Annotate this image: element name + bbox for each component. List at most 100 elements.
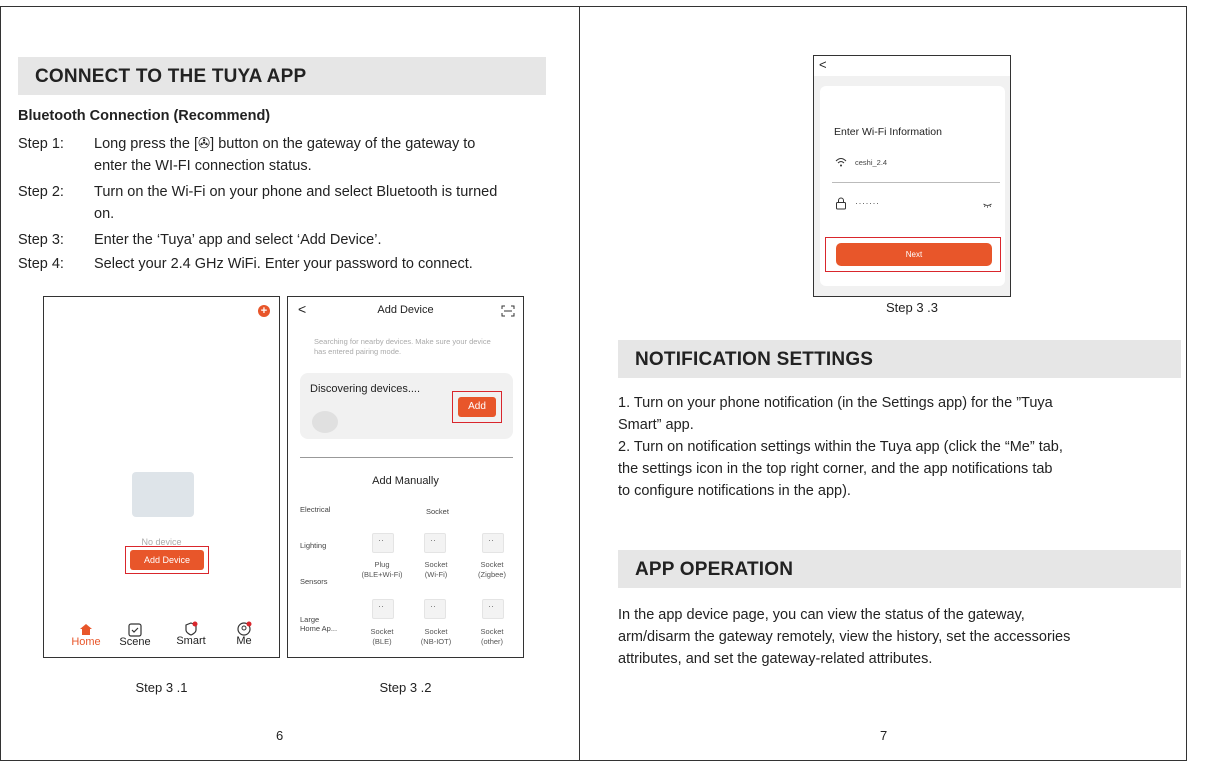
nav-me[interactable]: Me bbox=[219, 621, 269, 647]
text-line: Smart” app. bbox=[618, 417, 694, 433]
step-text: Select your 2.4 GHz WiFi. Enter your pas… bbox=[94, 256, 473, 272]
device-name: Socket bbox=[480, 627, 504, 636]
device-sub: (BLE+Wi-Fi) bbox=[361, 570, 403, 579]
category-electrical[interactable]: Electrical bbox=[300, 505, 330, 514]
section-band-connect: CONNECT TO THE TUYA APP bbox=[18, 57, 546, 95]
step-4: Step 4: Select your 2.4 GHz WiFi. Enter y… bbox=[18, 253, 558, 275]
caption-step-3-2: Step 3 .2 bbox=[379, 680, 432, 695]
device-name: Socket bbox=[424, 560, 448, 569]
step-3: Step 3: Enter the ‘Tuya’ app and select ‘… bbox=[18, 229, 558, 251]
page-number-right: 7 bbox=[880, 728, 888, 743]
next-button[interactable]: Next bbox=[836, 243, 992, 266]
password-field[interactable]: ······· bbox=[855, 198, 879, 208]
step-2: Step 2: Turn on the Wi-Fi on your phone a… bbox=[18, 181, 558, 225]
device-icon bbox=[312, 411, 338, 433]
step-text-cont: on. bbox=[94, 206, 115, 222]
step-text: Enter the ‘Tuya’ app and select ‘Add Dev… bbox=[94, 232, 382, 248]
screen-title: Add Device bbox=[377, 304, 434, 316]
step-1: Step 1: Long press the [✇] button on the … bbox=[18, 133, 558, 177]
page-number-left: 6 bbox=[276, 728, 284, 743]
hint-line: Searching for nearby devices. Make sure … bbox=[314, 337, 491, 346]
device-label[interactable]: Socket (BLE) bbox=[356, 627, 408, 647]
add-plus-icon[interactable]: + bbox=[258, 305, 270, 317]
plug-icon[interactable] bbox=[372, 533, 394, 553]
text-line: attributes, and set the gateway-related … bbox=[618, 651, 933, 667]
device-label[interactable]: Socket (Zigbee) bbox=[466, 560, 518, 580]
notification-body: 1. Turn on your phone notification (in t… bbox=[618, 392, 1183, 502]
home-icon bbox=[80, 624, 92, 635]
step-label: Step 2: bbox=[18, 184, 64, 200]
category-lighting[interactable]: Lighting bbox=[300, 541, 326, 550]
separator bbox=[832, 182, 1000, 183]
nav-label: Me bbox=[236, 635, 252, 647]
subheading-bluetooth: Bluetooth Connection (Recommend) bbox=[18, 108, 271, 124]
nav-smart[interactable]: Smart bbox=[166, 621, 216, 647]
section-title-notification: NOTIFICATION SETTINGS bbox=[635, 349, 874, 370]
scan-icon[interactable] bbox=[501, 305, 515, 317]
ssid-field[interactable]: ceshi_2.4 bbox=[855, 158, 887, 167]
step-label: Step 1: bbox=[18, 136, 64, 152]
socket-icon[interactable] bbox=[482, 599, 504, 619]
step-text: Long press the [✇] button on the gateway… bbox=[94, 136, 476, 152]
socket-icon[interactable] bbox=[424, 599, 446, 619]
section-title-operation: APP OPERATION bbox=[635, 559, 794, 580]
category-sensors[interactable]: Sensors bbox=[300, 577, 328, 586]
device-name: Socket bbox=[480, 560, 504, 569]
category-large-home[interactable]: Large Home Ap... bbox=[300, 615, 340, 633]
nav-label: Home bbox=[71, 636, 101, 648]
section-title-connect: CONNECT TO THE TUYA APP bbox=[35, 66, 307, 87]
step-label: Step 4: bbox=[18, 256, 64, 272]
add-button[interactable]: Add bbox=[458, 397, 496, 417]
device-label[interactable]: Socket (other) bbox=[466, 627, 518, 647]
socket-icon[interactable] bbox=[482, 533, 504, 553]
search-hint: Searching for nearby devices. Make sure … bbox=[314, 337, 514, 357]
add-device-button[interactable]: Add Device bbox=[130, 550, 204, 570]
text-line: In the app device page, you can view the… bbox=[618, 607, 1025, 623]
device-name: Socket bbox=[424, 627, 448, 636]
wifi-title: Enter Wi-Fi Information bbox=[834, 126, 942, 138]
page-divider bbox=[579, 6, 580, 761]
device-sub: (Zigbee) bbox=[478, 570, 506, 579]
socket-icon[interactable] bbox=[372, 599, 394, 619]
step-text: Turn on the Wi-Fi on your phone and sele… bbox=[94, 184, 498, 200]
step-label: Step 3: bbox=[18, 232, 64, 248]
text-line: to configure notifications in the app). bbox=[618, 483, 851, 499]
nav-label: Scene bbox=[119, 636, 151, 648]
socket-icon[interactable] bbox=[424, 533, 446, 553]
discovering-text: Discovering devices.... bbox=[310, 383, 421, 395]
separator bbox=[300, 457, 513, 458]
device-sub: (other) bbox=[480, 637, 504, 646]
scene-checkbox-icon bbox=[128, 623, 142, 637]
phone-screenshot-home: + No device Add Device Home Scene Smart … bbox=[43, 296, 280, 658]
text-line: arm/disarm the gateway remotely, view th… bbox=[618, 629, 1071, 645]
phone-screenshot-wifi: < Enter Wi-Fi Information ceshi_2.4 ····… bbox=[813, 55, 1011, 297]
phone-screenshot-add-device: < Add Device Searching for nearby device… bbox=[287, 296, 524, 658]
device-sub: (Wi-Fi) bbox=[424, 570, 448, 579]
back-arrow-icon[interactable]: < bbox=[819, 57, 827, 72]
device-name: Plug bbox=[374, 560, 390, 569]
eye-closed-icon[interactable] bbox=[983, 203, 992, 208]
caption-step-3-3: Step 3 .3 bbox=[885, 300, 939, 315]
hint-line: has entered pairing mode. bbox=[314, 347, 402, 356]
nav-label: Smart bbox=[176, 635, 206, 647]
add-manually-title: Add Manually bbox=[372, 475, 439, 487]
lock-icon bbox=[836, 197, 846, 210]
device-label[interactable]: Plug (BLE+Wi-Fi) bbox=[356, 560, 408, 580]
device-sub: (BLE) bbox=[372, 637, 392, 646]
socket-header: Socket bbox=[426, 507, 449, 516]
wifi-icon bbox=[835, 158, 847, 167]
text-line: 2. Turn on notification settings within … bbox=[618, 439, 1063, 455]
nav-home[interactable]: Home bbox=[61, 623, 111, 648]
section-band-notification: NOTIFICATION SETTINGS bbox=[618, 340, 1181, 378]
nav-scene[interactable]: Scene bbox=[110, 623, 160, 648]
caption-step-3-1: Step 3 .1 bbox=[135, 680, 188, 695]
top-bar bbox=[814, 56, 1010, 76]
device-sub: (NB-IOT) bbox=[420, 637, 452, 646]
discovering-card: Discovering devices.... Add bbox=[300, 373, 513, 439]
empty-box-illustration bbox=[132, 472, 194, 517]
device-label[interactable]: Socket (NB-IOT) bbox=[410, 627, 462, 647]
section-band-operation: APP OPERATION bbox=[618, 550, 1181, 588]
device-label[interactable]: Socket (Wi-Fi) bbox=[410, 560, 462, 580]
operation-body: In the app device page, you can view the… bbox=[618, 604, 1183, 670]
text-line: the settings icon in the top right corne… bbox=[618, 461, 1053, 477]
